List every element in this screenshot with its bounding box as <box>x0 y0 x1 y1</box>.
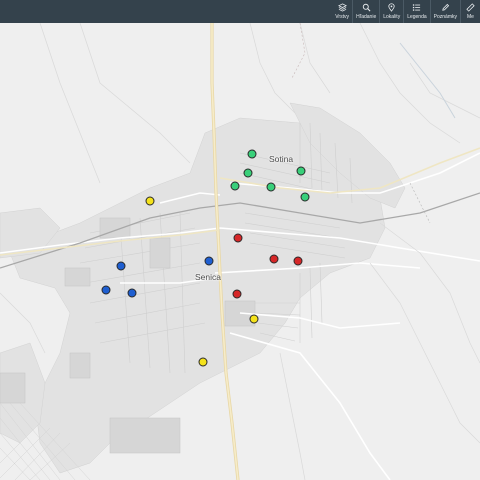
measure-icon <box>466 3 475 12</box>
map-marker-green[interactable] <box>230 181 240 191</box>
map-marker-red[interactable] <box>269 254 279 264</box>
locations-label: Lokality <box>383 14 401 20</box>
map-marker-green[interactable] <box>300 192 310 202</box>
map-marker-blue[interactable] <box>101 285 111 295</box>
layers-icon <box>337 3 347 12</box>
tool-buttons: Vrstvy Hľadanie Lokality Legenda Poznámk… <box>332 0 480 23</box>
map-marker-red[interactable] <box>232 289 242 299</box>
map-marker-yellow[interactable] <box>145 196 155 206</box>
list-icon <box>413 4 421 11</box>
place-label-senica: Senica <box>195 272 221 282</box>
search-icon <box>362 3 371 12</box>
notes-label: Poznámky <box>433 14 457 20</box>
layers-button[interactable]: Vrstvy <box>332 0 352 23</box>
measure-button[interactable]: Me <box>460 0 480 23</box>
map-marker-yellow[interactable] <box>198 357 208 367</box>
map-marker-red[interactable] <box>293 256 303 266</box>
map-marker-red[interactable] <box>233 233 243 243</box>
top-toolbar: Vrstvy Hľadanie Lokality Legenda Poznámk… <box>0 0 480 23</box>
search-label: Hľadanie <box>356 14 377 20</box>
map-marker-green[interactable] <box>266 182 276 192</box>
pencil-icon <box>442 3 449 11</box>
map-marker-blue[interactable] <box>116 261 126 271</box>
layers-label: Vrstvy <box>335 14 349 20</box>
map-view[interactable]: Sotina Senica <box>0 23 480 480</box>
map-marker-blue[interactable] <box>127 288 137 298</box>
measure-label: Me <box>467 14 474 20</box>
notes-button[interactable]: Poznámky <box>429 0 460 23</box>
locations-button[interactable]: Lokality <box>379 0 403 23</box>
map-marker-green[interactable] <box>247 149 257 159</box>
place-label-sotina: Sotina <box>269 154 294 164</box>
location-pin-icon <box>388 3 395 12</box>
map-basemap <box>0 23 480 480</box>
map-marker-blue[interactable] <box>204 256 214 266</box>
legend-label: Legenda <box>407 14 427 20</box>
map-marker-green[interactable] <box>296 166 306 176</box>
search-button[interactable]: Hľadanie <box>352 0 379 23</box>
legend-button[interactable]: Legenda <box>403 0 429 23</box>
map-marker-yellow[interactable] <box>249 314 259 324</box>
map-marker-green[interactable] <box>243 168 253 178</box>
